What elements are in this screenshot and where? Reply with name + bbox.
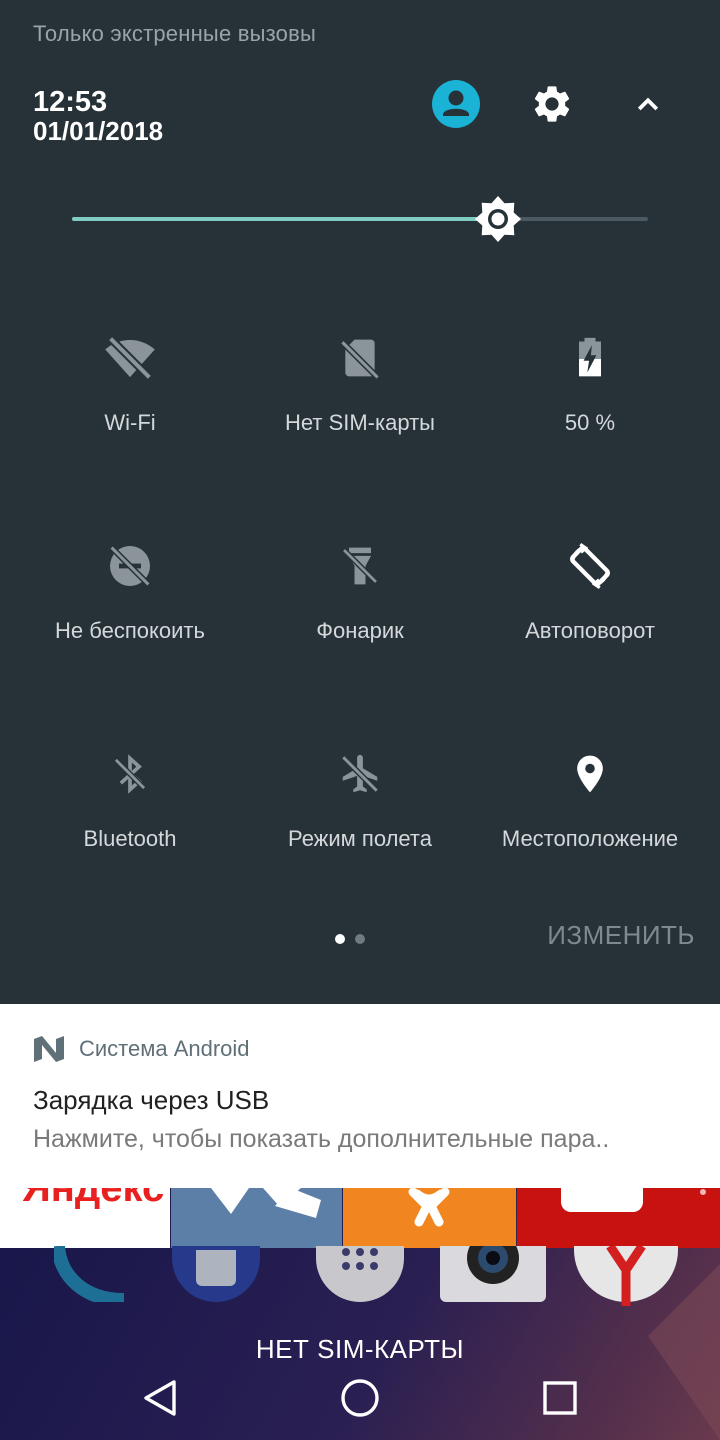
wifi-off-icon [105,334,155,382]
clock-time: 12:53 [33,86,108,118]
tile-bluetooth[interactable]: Bluetooth [15,734,245,942]
grid-dots-icon [342,1248,378,1270]
page-dot-active [335,934,345,944]
edit-tiles-button[interactable]: ИЗМЕНИТЬ [547,920,695,951]
clock-date[interactable]: 01/01/2018 [33,117,163,145]
navigation-bar [0,1352,720,1440]
home-circle-icon [341,1379,379,1417]
user-switch-button[interactable] [432,80,480,128]
bluetooth-off-icon [113,754,147,794]
tile-airplane-mode[interactable]: Режим полета [245,734,475,942]
tile-label: 50 % [564,410,616,435]
location-icon [577,755,603,793]
camera-lens-icon [467,1232,519,1284]
app-drawer-icon[interactable] [316,1246,404,1302]
gear-icon [534,86,570,122]
back-button[interactable] [128,1366,192,1430]
ok-app-icon[interactable] [343,1188,516,1248]
android-n-icon [34,1036,64,1062]
battery-charging-icon [579,337,601,377]
recents-button[interactable] [528,1366,592,1430]
brightness-icon [475,196,522,242]
yandex-widget[interactable]: Яндекс [0,1188,170,1248]
vk-app-icon[interactable] [171,1188,342,1248]
home-button[interactable] [328,1366,392,1430]
flashlight-off-icon [341,547,379,585]
tile-label: Фонарик [316,618,404,643]
notification-header: Система Android [33,1036,250,1062]
no-sim-icon [339,339,381,380]
notification-text: Нажмите, чтобы показать дополнительные п… [33,1125,610,1153]
airplane-off-icon [340,754,380,794]
tile-label: Режим полета [287,826,432,851]
tile-label: Нет SIM-карты [284,410,435,435]
chevron-up-icon [637,97,659,111]
ok-logo-icon [408,1188,450,1227]
carrier-status-text: Только экстренные вызовы [33,21,316,46]
back-triangle-icon [144,1380,176,1416]
yandex-logo-text: Яндекс [22,1188,165,1210]
page-indicator [335,934,365,944]
tile-do-not-disturb[interactable]: Не беспокоить [15,526,245,734]
youtube-logo-icon [561,1188,706,1212]
collapse-button[interactable] [624,80,672,128]
settings-button[interactable] [528,80,576,128]
brightness-slider[interactable] [72,196,648,242]
brightness-fill [72,217,499,221]
brightness-thumb[interactable] [475,196,522,242]
auto-rotate-icon [570,542,610,590]
tile-location[interactable]: Местоположение [475,734,705,942]
tile-label: Не беспокоить [55,618,205,643]
recents-square-icon [543,1381,577,1415]
tile-label: Bluetooth [83,826,177,851]
quick-settings-panel: Только экстренные вызовы 12:53 01/01/201… [0,0,720,1004]
tile-no-sim[interactable]: Нет SIM-карты [245,318,475,526]
tile-label: Местоположение [501,826,679,851]
tile-flashlight[interactable]: Фонарик [245,526,475,734]
tile-battery[interactable]: 50 % [475,318,705,526]
dock-apps [0,1232,720,1316]
tile-wifi[interactable]: Wi-Fi [15,318,245,526]
youtube-app-icon[interactable] [517,1188,720,1248]
notification-title: Зарядка через USB [33,1085,270,1115]
do-not-disturb-off-icon [108,544,152,588]
camera-icon[interactable] [440,1232,546,1302]
tile-label: Автоповорот [525,618,655,643]
tile-label: Wi-Fi [104,410,156,435]
account-circle-icon [432,80,480,128]
vk-logo-icon [211,1188,321,1218]
page-dot [355,934,365,944]
phone-icon[interactable] [54,1246,144,1302]
messages-icon[interactable] [172,1246,260,1302]
quick-tiles-grid: Wi-Fi Нет SIM-карты 50 % Не беспокоить Ф… [15,318,705,942]
notification-app-name: Система Android [79,1036,250,1061]
tile-auto-rotate[interactable]: Автоповорот [475,526,705,734]
